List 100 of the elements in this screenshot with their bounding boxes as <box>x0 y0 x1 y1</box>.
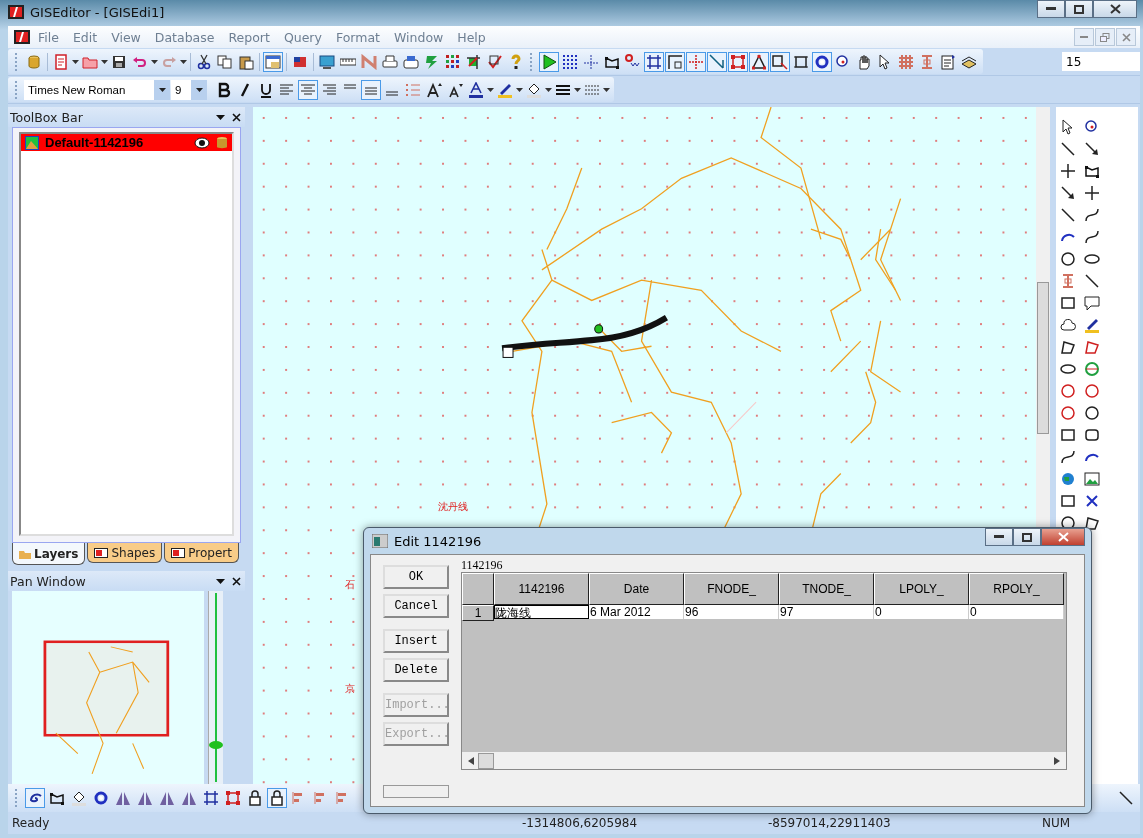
menu-item[interactable]: Report <box>222 29 276 45</box>
panel-tab[interactable]: Propert <box>164 543 239 563</box>
diagonal-icon[interactable] <box>707 51 727 72</box>
overview-map[interactable] <box>12 591 204 784</box>
menu-item[interactable]: File <box>32 29 65 45</box>
font-color-icon[interactable] <box>466 79 486 100</box>
close-button[interactable] <box>1041 528 1085 546</box>
dialog-button[interactable]: OK <box>383 565 449 589</box>
caret-icon[interactable] <box>574 87 581 92</box>
caret-icon[interactable] <box>151 59 158 64</box>
font-size-dropdown[interactable]: 9 <box>171 79 207 100</box>
table-cell[interactable]: 96 <box>684 605 779 619</box>
column-header[interactable]: LPOLY_ <box>874 573 969 605</box>
panel-title: Pan Window <box>10 573 86 589</box>
dropdown-icon[interactable] <box>216 578 225 584</box>
panel-tab[interactable]: Layers <box>12 543 86 565</box>
column-header[interactable]: 1142196 <box>494 573 589 605</box>
window-icon[interactable] <box>263 51 283 72</box>
corner-icon[interactable] <box>665 51 685 72</box>
horizontal-scrollbar[interactable] <box>462 752 1066 769</box>
minimize-icon <box>1046 7 1056 11</box>
menu-item[interactable]: Window <box>387 29 450 45</box>
window-icon <box>372 534 388 548</box>
close-icon <box>1057 532 1069 542</box>
zoom-slider[interactable] <box>208 591 223 784</box>
column-header[interactable]: FNODE_ <box>684 573 779 605</box>
caret-icon[interactable] <box>603 87 610 92</box>
table-cell[interactable]: 陇海线 <box>494 605 589 619</box>
caret-icon[interactable] <box>487 87 494 92</box>
spiral-icon[interactable] <box>25 788 45 808</box>
column-header[interactable]: TNODE_ <box>779 573 874 605</box>
maximize-button[interactable] <box>1013 528 1041 546</box>
menu-item[interactable]: View <box>105 29 147 45</box>
app-icon <box>8 5 24 19</box>
caret-icon[interactable] <box>101 59 108 64</box>
triangle-icon[interactable] <box>749 51 769 72</box>
split-icon[interactable] <box>686 51 706 72</box>
row-header[interactable]: 1 <box>462 605 494 621</box>
dialog-button[interactable]: Delete <box>383 658 449 682</box>
caret-icon[interactable] <box>180 59 187 64</box>
dropdown-icon[interactable] <box>216 114 225 120</box>
plus-icon[interactable] <box>1058 161 1078 181</box>
table-cell[interactable]: 97 <box>779 605 874 619</box>
column-header[interactable]: RPOLY_ <box>969 573 1064 605</box>
snap-frame-icon[interactable] <box>201 788 221 808</box>
close-button[interactable] <box>1093 0 1137 18</box>
play-icon[interactable] <box>539 51 559 72</box>
table-cell[interactable]: 0 <box>874 605 969 619</box>
snap-frame-icon[interactable] <box>644 51 664 72</box>
node-square-icon[interactable] <box>728 51 748 72</box>
folder-icon <box>19 548 31 559</box>
caret-icon[interactable] <box>195 87 203 92</box>
plus-icon[interactable] <box>1082 183 1102 203</box>
minimize-icon <box>1080 35 1088 39</box>
minimize-button[interactable] <box>1037 0 1065 18</box>
restore-button[interactable] <box>1095 28 1115 46</box>
table-cell[interactable]: 0 <box>969 605 1064 619</box>
dialog-button[interactable]: Cancel <box>383 594 449 618</box>
callout-icon[interactable] <box>1082 293 1102 313</box>
close-icon[interactable] <box>232 112 241 122</box>
dialog-button[interactable]: Insert <box>383 629 449 653</box>
document-icon[interactable] <box>14 30 30 44</box>
status-text: -1314806,6205984 <box>521 816 639 830</box>
caret-icon[interactable] <box>516 87 523 92</box>
table-corner[interactable] <box>462 573 494 605</box>
close-icon[interactable] <box>232 576 241 586</box>
panel-title: ToolBox Bar <box>10 109 83 125</box>
scroll-right-icon[interactable] <box>1054 756 1060 765</box>
close-icon <box>1121 32 1131 42</box>
align-middle-icon[interactable] <box>361 79 381 100</box>
lock-icon[interactable] <box>267 788 287 808</box>
table-cell[interactable]: 6 Mar 2012 <box>589 605 684 619</box>
maximize-icon <box>1022 532 1032 542</box>
map-label: 石 <box>345 578 355 592</box>
align-center-icon[interactable] <box>298 79 318 100</box>
menu-item[interactable]: Database <box>148 29 221 45</box>
font-size: 9 <box>174 83 183 96</box>
node-square-icon[interactable] <box>223 788 243 808</box>
maximize-button[interactable] <box>1065 0 1093 18</box>
caret-icon[interactable] <box>158 87 166 92</box>
menu-item[interactable]: Format <box>329 29 386 45</box>
status-text: -8597014,22911403 <box>767 816 892 830</box>
panel-tab[interactable]: Shapes <box>87 543 163 563</box>
menu-item[interactable]: Query <box>277 29 328 45</box>
menu-item[interactable]: Help <box>451 29 492 45</box>
caret-icon[interactable] <box>545 87 552 92</box>
layer-item[interactable]: Default-1142196 <box>21 134 232 151</box>
close-icon <box>1109 4 1121 14</box>
minimize-button[interactable] <box>985 528 1013 546</box>
menu-item[interactable]: Edit <box>66 29 104 45</box>
restore-icon <box>1100 32 1110 42</box>
scale-field[interactable]: 15 <box>1062 52 1140 71</box>
window-icon <box>94 547 109 558</box>
eye-icon[interactable] <box>194 136 210 149</box>
scroll-left-icon[interactable] <box>468 756 474 765</box>
map-label: 京 <box>345 682 355 696</box>
caret-icon[interactable] <box>72 59 79 64</box>
ring-icon[interactable] <box>812 51 832 72</box>
font-dropdown[interactable]: Times New Roman <box>24 79 170 100</box>
column-header[interactable]: Date <box>589 573 684 605</box>
